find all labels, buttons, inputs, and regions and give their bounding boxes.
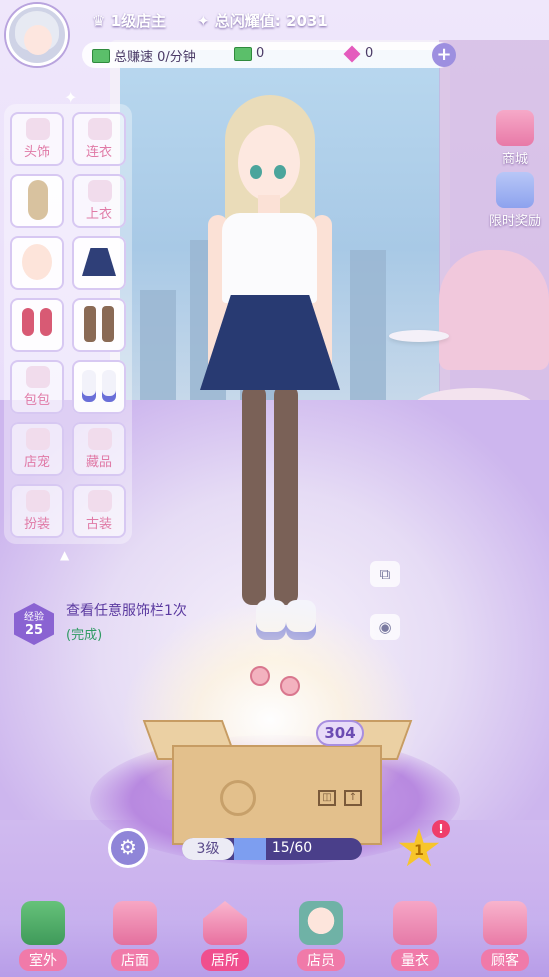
shoe-icon <box>102 370 116 402</box>
character-face <box>238 125 300 201</box>
character-model[interactable] <box>170 95 370 665</box>
bottom-nav: 室外 店面 居所 店员 量衣 顾客 <box>0 895 549 977</box>
paw-icon <box>26 428 50 450</box>
limited-reward-button[interactable]: 限时奖励 <box>487 172 543 229</box>
measure-tape-icon <box>393 901 437 945</box>
box-stack-icon: ⧉ <box>379 565 391 583</box>
slot-top[interactable]: 上衣 <box>72 174 126 228</box>
character-top <box>222 213 317 303</box>
slot-headwear[interactable]: 头饰 <box>10 112 64 166</box>
hanfu-icon <box>88 490 112 512</box>
sock-icon <box>102 306 114 342</box>
hat-icon <box>26 118 50 140</box>
slot-pet[interactable]: 店宠 <box>10 422 64 476</box>
earring-icon <box>22 308 34 336</box>
character-eye <box>274 165 286 179</box>
slot-ancient[interactable]: 古装 <box>72 484 126 538</box>
side-table-decor <box>389 330 449 342</box>
palm-tree-icon <box>21 901 65 945</box>
sparkle-icon: ✦ <box>197 12 215 30</box>
cash-icon <box>234 46 252 61</box>
settings-button[interactable]: ⚙ <box>108 828 148 868</box>
slot-hair[interactable] <box>10 174 64 228</box>
hair-icon <box>28 180 48 220</box>
player-avatar[interactable] <box>6 4 68 66</box>
cash-icon <box>92 48 110 63</box>
gem-icon <box>343 45 361 62</box>
box-count-bubble: 304 <box>316 720 364 746</box>
slot-dress[interactable]: 连衣 <box>72 112 126 166</box>
character-leg <box>242 385 266 605</box>
gear-icon: ⚙ <box>119 835 137 859</box>
slot-bottom[interactable] <box>72 236 126 290</box>
recycle-icon <box>220 780 256 816</box>
nav-outdoor[interactable]: 室外 <box>8 901 78 973</box>
skirt-icon <box>82 248 116 276</box>
nav-measure[interactable]: 量衣 <box>380 901 450 973</box>
slot-socks[interactable] <box>72 298 126 352</box>
wardrobe-panel: 头饰 连衣 上衣 包包 店宠 藏品 扮装 古装 <box>4 104 132 544</box>
collapse-panel-icon[interactable]: ▲ <box>60 548 69 562</box>
staff-icon <box>299 901 343 945</box>
slot-earrings[interactable] <box>10 298 64 352</box>
earn-speed: 总赚速 0/分钟 <box>92 46 196 65</box>
gem-amount: 0 <box>343 45 373 62</box>
nav-staff[interactable]: 店员 <box>286 901 356 973</box>
slot-bag[interactable]: 包包 <box>10 360 64 414</box>
flower-icon <box>250 666 270 686</box>
mask-icon <box>26 490 50 512</box>
storefront-icon <box>113 901 157 945</box>
shoe-icon <box>82 370 96 402</box>
slot-shoes[interactable] <box>72 360 126 414</box>
necklace-icon <box>88 428 112 450</box>
this-side-up-icon: ↑ <box>344 790 362 806</box>
face-icon <box>22 244 52 280</box>
level-badge: 3级 <box>182 838 234 860</box>
slot-costume[interactable]: 扮装 <box>10 484 64 538</box>
flower-icon <box>280 676 300 696</box>
earring-icon <box>40 308 52 336</box>
level-progress-text: 15/60 <box>271 840 313 856</box>
bag-icon <box>26 366 50 388</box>
cash-amount: 0 <box>234 46 264 61</box>
alert-badge: ! <box>432 820 450 838</box>
shop-level: ♛ 1级店主 <box>92 12 167 30</box>
slot-face[interactable] <box>10 236 64 290</box>
add-currency-button[interactable]: + <box>432 43 456 67</box>
cat-chair-decor <box>439 250 549 370</box>
dress-icon <box>88 118 112 140</box>
nav-storefront[interactable]: 店面 <box>100 901 170 973</box>
customer-icon <box>483 901 527 945</box>
nav-residence[interactable]: 居所 <box>190 901 260 973</box>
shirt-icon <box>88 180 112 202</box>
gift-icon <box>496 172 534 208</box>
box-stack-button[interactable]: ⧉ <box>370 561 400 587</box>
shop-icon <box>496 110 534 146</box>
mall-button[interactable]: 商城 <box>487 110 543 167</box>
character-leg <box>274 385 298 605</box>
nav-customers[interactable]: 顾客 <box>470 901 540 973</box>
sock-icon <box>84 306 96 342</box>
task-status: (完成) <box>66 628 103 643</box>
slot-collection[interactable]: 藏品 <box>72 422 126 476</box>
total-glow: ✦ 总闪耀值: 2031 <box>197 12 328 30</box>
avatar-face <box>24 25 52 55</box>
trophy-icon: ♛ <box>92 12 111 30</box>
resource-bar: 总赚速 0/分钟 0 0 <box>82 42 452 68</box>
house-icon <box>203 901 247 945</box>
fragile-icon: ◫ <box>318 790 336 806</box>
character-eye <box>250 165 262 179</box>
